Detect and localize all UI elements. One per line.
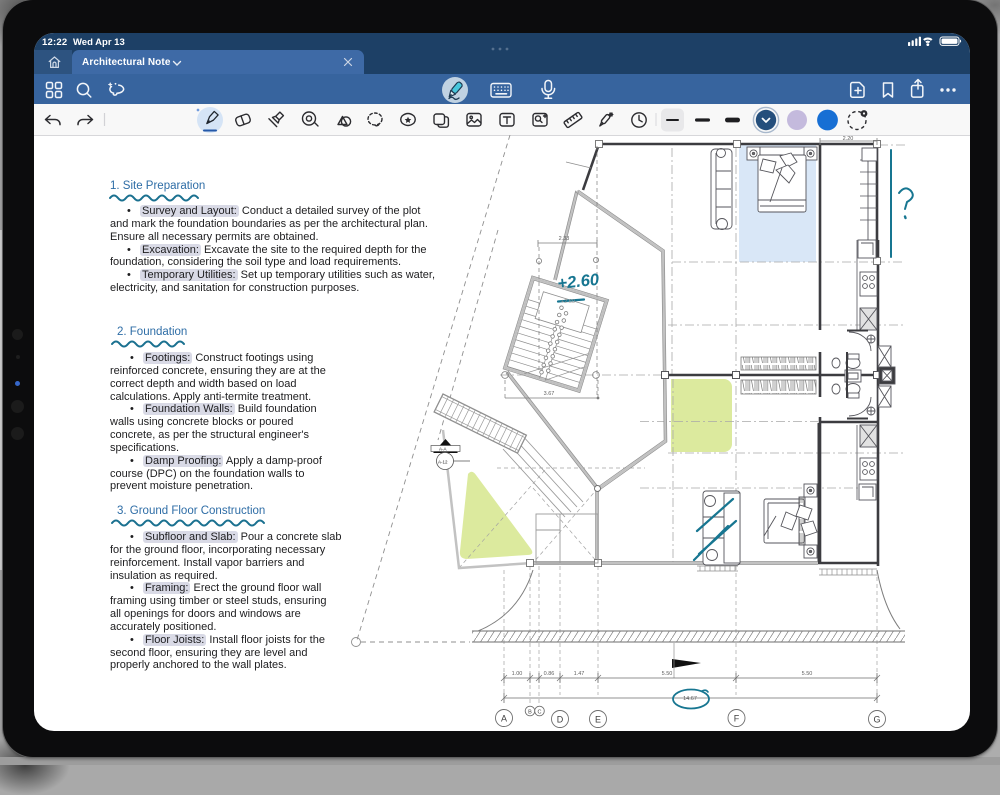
svg-text:E: E <box>595 715 601 725</box>
svg-text:0.86: 0.86 <box>544 671 555 677</box>
svg-text:2.20: 2.20 <box>843 136 854 142</box>
svg-text:C: C <box>538 710 542 716</box>
svg-text:A-12: A-12 <box>438 460 448 465</box>
svg-text:D: D <box>557 715 564 725</box>
svg-text:1.00: 1.00 <box>512 671 523 677</box>
svg-text:5.50: 5.50 <box>662 671 673 677</box>
svg-text:3.67: 3.67 <box>544 391 555 397</box>
svg-text:G: G <box>873 715 880 725</box>
svg-text:14.67: 14.67 <box>683 696 697 702</box>
svg-text:+2.60: +2.60 <box>561 299 575 305</box>
svg-text:+2.60: +2.60 <box>557 271 601 293</box>
svg-text:1.47: 1.47 <box>574 671 585 677</box>
svg-text:B: B <box>528 710 532 716</box>
svg-text:A: A <box>501 714 507 724</box>
svg-text:F: F <box>734 714 740 724</box>
svg-text:5.50: 5.50 <box>802 671 813 677</box>
svg-text:2.33: 2.33 <box>559 236 570 242</box>
svg-text:A-A: A-A <box>439 447 447 452</box>
